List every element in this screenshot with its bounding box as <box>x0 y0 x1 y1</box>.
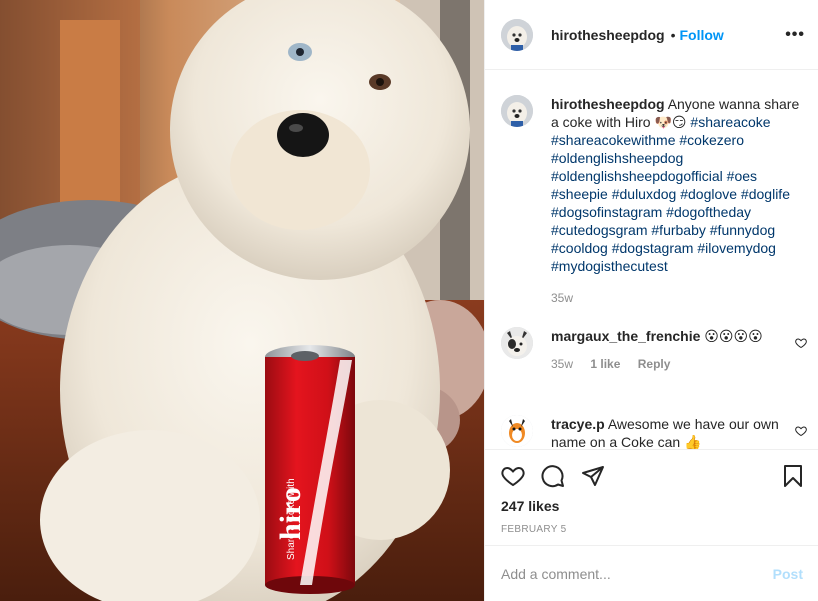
more-options-icon[interactable]: ••• <box>785 26 805 44</box>
caption-meta: 35w <box>551 289 801 307</box>
reply-button[interactable]: Reply <box>638 357 671 371</box>
comment-item: tracye.p Awesome we have our own name on… <box>501 415 801 449</box>
commenter-avatar[interactable] <box>501 327 533 359</box>
caption-username[interactable]: hirothesheepdog <box>551 96 665 112</box>
post-date[interactable]: FEBRUARY 5 <box>501 524 566 535</box>
commenter-avatar[interactable] <box>501 415 533 447</box>
post-photo-illustration: hiro Share a Coke with <box>0 0 484 601</box>
comment-username[interactable]: margaux_the_frenchie <box>551 328 700 344</box>
caption-body: hirothesheepdog Anyone wanna share a cok… <box>551 95 801 307</box>
comment-bubble-icon[interactable] <box>541 464 565 488</box>
follow-button[interactable]: Follow <box>679 27 723 43</box>
comment-text: 😮😮😮😮 <box>704 328 763 344</box>
header-separator: • <box>670 26 676 43</box>
comment-time[interactable]: 35w <box>551 357 573 371</box>
comment-input[interactable] <box>501 565 773 582</box>
comment-body: margaux_the_frenchie 😮😮😮😮 35w 1 like Rep… <box>551 327 801 373</box>
comment-item: margaux_the_frenchie 😮😮😮😮 35w 1 like Rep… <box>501 327 801 373</box>
post-side-panel: hirothesheepdog • Follow ••• hirotheshee… <box>484 0 818 601</box>
caption: hirothesheepdog Anyone wanna share a cok… <box>501 95 801 307</box>
like-heart-icon[interactable] <box>501 464 525 488</box>
author-avatar[interactable] <box>501 18 533 51</box>
save-bookmark-icon[interactable] <box>781 464 805 488</box>
comment-username[interactable]: tracye.p <box>551 416 605 432</box>
can-slogan-text: Share a Coke with <box>286 478 297 560</box>
comment-likes[interactable]: 1 like <box>590 357 620 371</box>
post-photo[interactable]: hiro Share a Coke with <box>0 0 484 601</box>
author-username[interactable]: hirothesheepdog <box>551 27 665 43</box>
share-paper-plane-icon[interactable] <box>581 464 605 488</box>
coke-can: hiro Share a Coke with <box>265 345 355 594</box>
caption-hashtags[interactable]: #shareacoke #shareacokewithme #cokezero … <box>551 114 790 274</box>
like-comment-heart-icon[interactable] <box>795 425 807 437</box>
post-comment-button[interactable]: Post <box>773 566 803 582</box>
likes-count[interactable]: 247 likes <box>501 498 559 514</box>
post-actions: 247 likes FEBRUARY 5 <box>485 449 818 553</box>
caption-author-avatar[interactable] <box>501 95 533 127</box>
add-comment-bar: Post <box>485 545 818 601</box>
like-comment-heart-icon[interactable] <box>795 337 807 349</box>
caption-time[interactable]: 35w <box>551 291 573 305</box>
comment-body: tracye.p Awesome we have our own name on… <box>551 415 801 449</box>
instagram-post-modal: hiro Share a Coke with hirothesheepdog •… <box>0 0 818 601</box>
comment-meta: 35w 1 like Reply <box>551 355 801 373</box>
post-header: hirothesheepdog • Follow ••• <box>485 0 818 70</box>
comments-scroll-area[interactable]: hirothesheepdog Anyone wanna share a cok… <box>485 71 818 449</box>
